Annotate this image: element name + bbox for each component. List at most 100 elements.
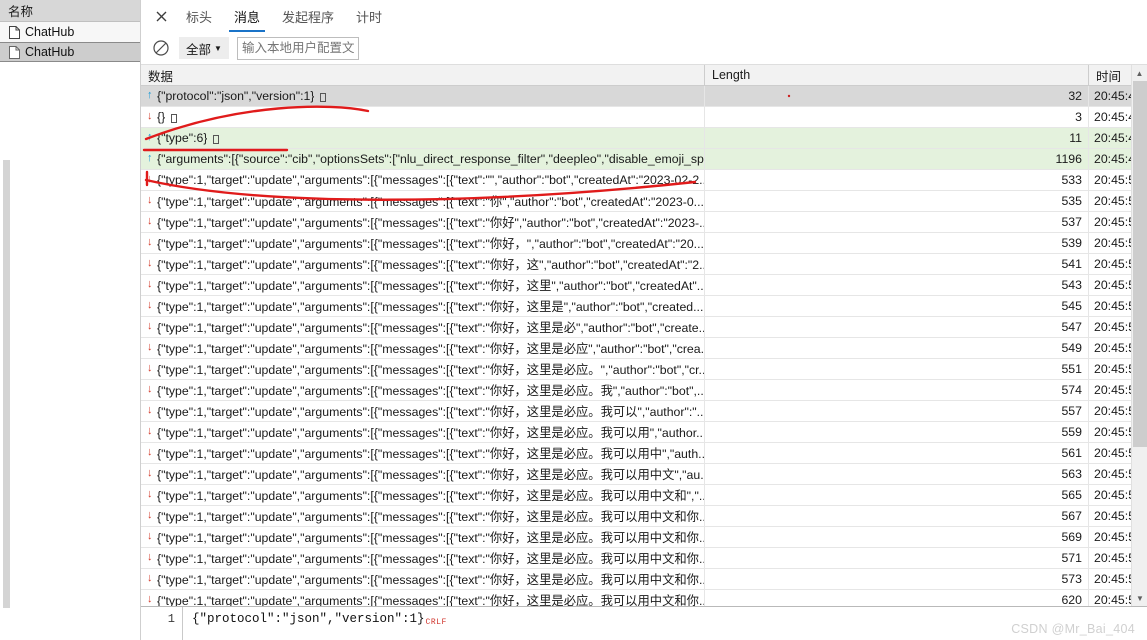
cell-length: 541 <box>705 254 1089 274</box>
table-row[interactable]: ↑{"type":6}1120:45:45.... <box>141 128 1147 149</box>
cell-data-text: {"type":1,"target":"update","arguments":… <box>157 510 704 524</box>
sent-arrow-icon: ↑ <box>147 88 153 101</box>
table-row[interactable]: ↓ {"type":1,"target":"update","arguments"… <box>141 569 1147 590</box>
received-arrow-icon: ↓ <box>147 445 153 458</box>
payload-content[interactable]: {"protocol":"json","version":1}CRLF <box>183 607 1147 640</box>
scrollbar-thumb[interactable] <box>1133 81 1147 447</box>
cell-length: 535 <box>705 191 1089 211</box>
table-row[interactable]: ↓ {"type":1,"target":"update","arguments"… <box>141 275 1147 296</box>
table-row[interactable]: ↓ {"type":1,"target":"update","arguments"… <box>141 317 1147 338</box>
cell-length: 32 <box>705 86 1089 106</box>
tab-headers[interactable]: 标头 <box>175 0 223 32</box>
table-row[interactable]: ↓ {"type":1,"target":"update","arguments"… <box>141 233 1147 254</box>
table-row[interactable]: ↓ {"type":1,"target":"update","arguments"… <box>141 380 1147 401</box>
received-arrow-icon: ↓ <box>147 571 153 584</box>
table-row[interactable]: ↓ {"type":1,"target":"update","arguments"… <box>141 338 1147 359</box>
message-filter-input[interactable] <box>237 36 359 60</box>
received-arrow-icon: ↓ <box>147 298 153 311</box>
column-header-data[interactable]: 数据 <box>141 65 705 85</box>
table-row[interactable]: ↓ {"type":1,"target":"update","arguments"… <box>141 254 1147 275</box>
cell-data-text: {"type":1,"target":"update","arguments":… <box>157 258 704 272</box>
tab-timing[interactable]: 计时 <box>345 0 393 32</box>
table-row[interactable]: ↓ {"type":1,"target":"update","arguments"… <box>141 212 1147 233</box>
table-row[interactable]: ↓ {"type":1,"target":"update","arguments"… <box>141 590 1147 606</box>
cell-data-text: {"type":1,"target":"update","arguments":… <box>157 321 704 335</box>
cell-data-text: {"type":1,"target":"update","arguments":… <box>157 573 704 587</box>
table-row[interactable]: ↓ {"type":1,"target":"update","arguments"… <box>141 401 1147 422</box>
table-row[interactable]: ↓ {"type":1,"target":"update","arguments"… <box>141 527 1147 548</box>
cell-data: ↓ {"type":1,"target":"update","arguments"… <box>141 233 705 253</box>
eol-marker: CRLF <box>425 618 447 627</box>
received-arrow-icon: ↓ <box>147 109 153 122</box>
cell-data: ↓ {"type":1,"target":"update","arguments"… <box>141 527 705 547</box>
cell-data: ↓ {"type":1,"target":"update","arguments"… <box>141 590 705 606</box>
received-arrow-icon: ↓ <box>147 319 153 332</box>
table-row[interactable]: ↓ {"type":1,"target":"update","arguments"… <box>141 422 1147 443</box>
cell-length: 561 <box>705 443 1089 463</box>
cell-data-text: {"type":1,"target":"update","arguments":… <box>157 216 704 230</box>
cell-length: 549 <box>705 338 1089 358</box>
received-arrow-icon: ↓ <box>147 592 153 605</box>
received-arrow-icon: ↓ <box>147 361 153 374</box>
close-icon[interactable] <box>147 0 175 32</box>
scroll-up-icon[interactable]: ▲ <box>1132 65 1147 81</box>
table-row[interactable]: ↓ {"type":1,"target":"update","arguments"… <box>141 359 1147 380</box>
cell-data: ↓ {"type":1,"target":"update","arguments"… <box>141 191 705 211</box>
cell-data-text: {"type":1,"target":"update","arguments":… <box>157 237 704 251</box>
table-row[interactable]: ↓ {"type":1,"target":"update","arguments"… <box>141 485 1147 506</box>
cell-length: 551 <box>705 359 1089 379</box>
message-payload-viewer: 1 {"protocol":"json","version":1}CRLF CS… <box>141 606 1147 640</box>
received-arrow-icon: ↓ <box>147 550 153 563</box>
cell-data: ↓ {"type":1,"target":"update","arguments"… <box>141 254 705 274</box>
cell-length: 3 <box>705 107 1089 127</box>
cell-data-text: {"type":1,"target":"update","arguments":… <box>157 173 704 187</box>
column-header-length[interactable]: Length <box>705 65 1089 85</box>
cell-data: ↓ {"type":1,"target":"update","arguments"… <box>141 275 705 295</box>
cell-length: 543 <box>705 275 1089 295</box>
table-row[interactable]: ↑ {"arguments":[{"source":"cib","optionsS… <box>141 149 1147 170</box>
table-row[interactable]: ↓ {"type":1,"target":"update","arguments"… <box>141 506 1147 527</box>
list-item-selected[interactable]: ChatHub <box>0 42 140 62</box>
cell-length: 573 <box>705 569 1089 589</box>
cell-data-text: {"protocol":"json","version":1} <box>157 89 315 103</box>
table-row[interactable]: ↓{}320:45:45.... <box>141 107 1147 128</box>
table-row[interactable]: ↓ {"type":1,"target":"update","arguments"… <box>141 170 1147 191</box>
table-row[interactable]: ↓ {"type":1,"target":"update","arguments"… <box>141 548 1147 569</box>
cell-data: ↓ {"type":1,"target":"update","arguments"… <box>141 464 705 484</box>
table-row[interactable]: ↓ {"type":1,"target":"update","arguments"… <box>141 296 1147 317</box>
no-entry-icon[interactable] <box>151 38 171 58</box>
table-row[interactable]: ↑ {"protocol":"json","version":1} 32 20:45:… <box>141 86 1147 107</box>
cell-length: 574 <box>705 380 1089 400</box>
cell-data-text: {"type":1,"target":"update","arguments":… <box>157 531 704 545</box>
cell-length: 557 <box>705 401 1089 421</box>
cell-length: 567 <box>705 506 1089 526</box>
cell-data-text: {"type":1,"target":"update","arguments":… <box>157 384 704 398</box>
tab-messages[interactable]: 消息 <box>223 0 271 32</box>
cell-data-text: {"type":1,"target":"update","arguments":… <box>157 426 704 440</box>
cell-data: ↓ {"type":1,"target":"update","arguments"… <box>141 170 705 190</box>
cell-data: ↓ {"type":1,"target":"update","arguments"… <box>141 338 705 358</box>
null-char-glyph <box>213 134 220 144</box>
scroll-down-icon[interactable]: ▼ <box>1132 590 1147 606</box>
null-char-glyph <box>171 113 178 123</box>
message-type-dropdown[interactable]: 全部 ▼ <box>179 37 229 59</box>
received-arrow-icon: ↓ <box>147 466 153 479</box>
tab-initiator[interactable]: 发起程序 <box>271 0 345 32</box>
cell-data-text: {"type":1,"target":"update","arguments":… <box>157 279 704 293</box>
left-pane-scrollbar[interactable] <box>3 160 10 608</box>
cell-data-text: {"type":1,"target":"update","arguments":… <box>157 363 704 377</box>
cell-data: ↓ {"type":1,"target":"update","arguments"… <box>141 569 705 589</box>
cell-length: 537 <box>705 212 1089 232</box>
received-arrow-icon: ↓ <box>147 424 153 437</box>
messages-table-scrollbar[interactable]: ▲ ▼ <box>1131 65 1147 606</box>
table-row[interactable]: ↓ {"type":1,"target":"update","arguments"… <box>141 464 1147 485</box>
table-row[interactable]: ↓ {"type":1,"target":"update","arguments"… <box>141 191 1147 212</box>
cell-data-text: {"type":1,"target":"update","arguments":… <box>157 489 704 503</box>
cell-data: ↓ {"type":1,"target":"update","arguments"… <box>141 548 705 568</box>
cell-data: ↓ {} <box>141 107 705 127</box>
cell-length: 533 <box>705 170 1089 190</box>
null-char-glyph <box>320 92 327 102</box>
cell-length: 563 <box>705 464 1089 484</box>
table-row[interactable]: ↓ {"type":1,"target":"update","arguments"… <box>141 443 1147 464</box>
list-item[interactable]: ChatHub <box>0 22 140 42</box>
